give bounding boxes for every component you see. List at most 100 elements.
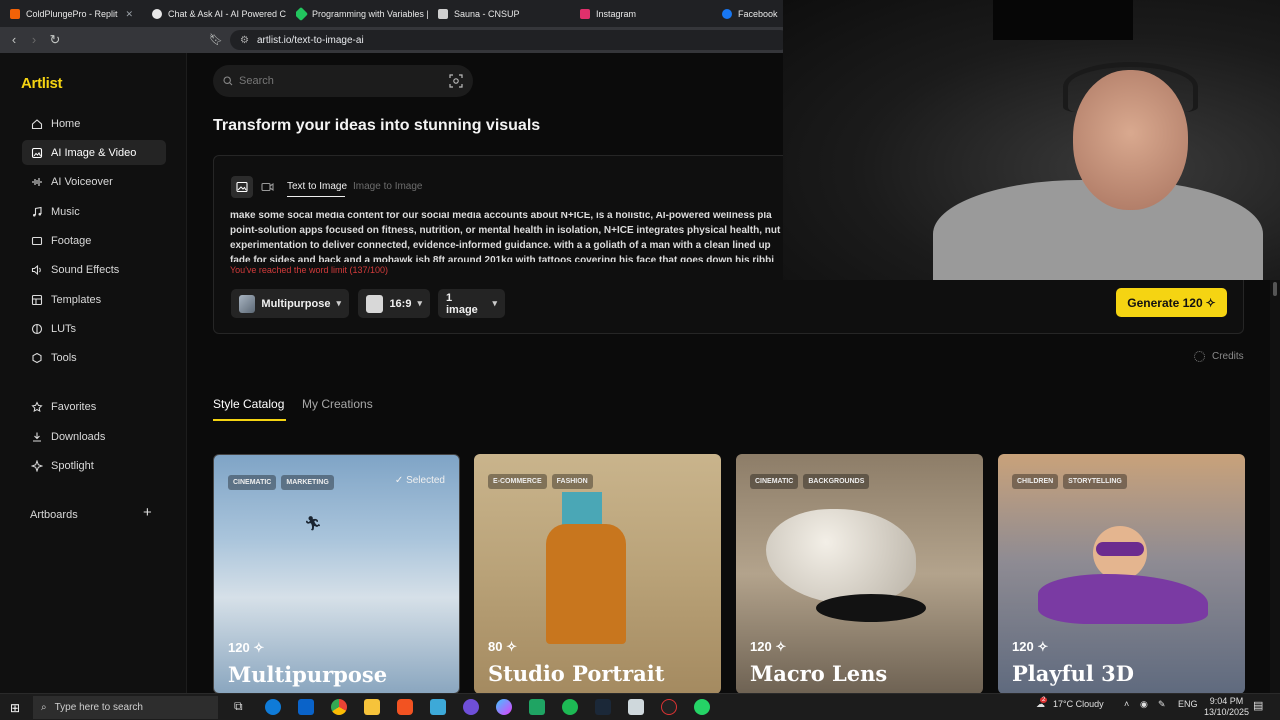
spotify-icon[interactable] (562, 699, 578, 715)
templates-icon (31, 294, 43, 305)
sidebar-item-tools[interactable]: Tools (22, 345, 166, 370)
reload-icon[interactable]: ↻ (47, 32, 63, 48)
course-icon (296, 6, 309, 22)
ant-illustration (816, 594, 926, 622)
tab-my-creations[interactable]: My Creations (302, 397, 373, 411)
style-card-studio-portrait[interactable]: E-COMMERCE FASHION 80 ✧ Studio Portrait (474, 454, 721, 693)
prompt-line: fade for sides and back and a mohawk ish… (230, 255, 774, 262)
windows-start-icon[interactable]: ⊞ (10, 701, 20, 715)
pen-icon[interactable]: ✎ (1158, 699, 1166, 710)
prompt-textarea[interactable]: make some socal media content for our so… (230, 212, 790, 262)
credits-indicator[interactable]: Credits (1194, 351, 1244, 362)
active-subtab-underline (287, 196, 345, 197)
url-field[interactable]: ⚙ artlist.io/text-to-image-ai (230, 30, 790, 50)
notifications-icon[interactable]: ▤ (1253, 699, 1263, 712)
app-icon[interactable] (463, 699, 479, 715)
image-count-select[interactable]: 1 image ▾ (438, 289, 505, 318)
chevron-down-icon: ▾ (417, 298, 422, 308)
sauna-icon (438, 9, 448, 19)
style-card-playful-3d[interactable]: CHILDREN STORYTELLING 120 ✧ Playful 3D (998, 454, 1245, 693)
app-icon[interactable] (661, 699, 677, 715)
artlist-logo[interactable]: Artlist (21, 75, 63, 92)
headphones-illustration (1063, 62, 1198, 112)
bookmark-icon[interactable]: 🔖︎ (208, 32, 224, 48)
add-artboard-icon[interactable]: + (143, 504, 152, 521)
task-view-icon[interactable]: ⧉ (234, 699, 243, 714)
sheets-icon[interactable] (529, 699, 545, 715)
generate-button[interactable]: Generate 120 ✧ (1116, 288, 1227, 317)
sidebar-item-luts[interactable]: LUTs (22, 316, 166, 341)
browser-tab[interactable]: Programming with Variables | I (296, 4, 430, 24)
browser-tab[interactable]: Chat & Ask AI - AI Powered Ch (152, 4, 286, 24)
close-icon[interactable]: ✕ (126, 9, 134, 20)
aspect-ratio-select[interactable]: 16:9 ▾ (358, 289, 430, 318)
style-select[interactable]: Multipurpose ▾ (231, 289, 349, 318)
sidebar-item-ai-voiceover[interactable]: AI Voiceover (22, 169, 166, 194)
file-explorer-icon[interactable] (364, 699, 380, 715)
tab-image-to-image[interactable]: Image to Image (353, 181, 422, 192)
browser-tab[interactable]: Facebook (722, 4, 782, 24)
language-indicator[interactable]: ENG (1178, 699, 1198, 709)
tray-chevron-icon[interactable]: ˄ (1124, 699, 1129, 709)
outlook-icon[interactable] (298, 699, 314, 715)
browser-tab[interactable]: ColdPlungePro - Replit ✕ (10, 4, 142, 24)
browser-tab[interactable]: Instagram (580, 4, 714, 24)
app-icon[interactable] (496, 699, 512, 715)
tab-text-to-image[interactable]: Text to Image (287, 181, 347, 192)
hero-mask-illustration (1096, 542, 1144, 556)
style-card-multipurpose[interactable]: CINEMATIC MARKETING ✓ Selected 🏃︎ 120 ✧ … (213, 454, 460, 693)
brave-icon[interactable] (397, 699, 413, 715)
sidebar-item-favorites[interactable]: Favorites (22, 394, 166, 419)
card-tags: CINEMATIC BACKGROUNDS (750, 474, 870, 489)
forward-icon[interactable]: › (26, 32, 42, 48)
music-icon (33, 206, 42, 216)
taskbar: ⊞ ⌕ Type here to search ⧉ 2 ☁ 17°C Cloud… (0, 693, 1280, 720)
taskbar-search-input[interactable]: ⌕ Type here to search (33, 696, 218, 719)
clock[interactable]: 9:04 PM 13/10/2025 (1204, 696, 1249, 718)
video-mode-button[interactable] (256, 176, 278, 198)
card-tags: CINEMATIC MARKETING (228, 475, 334, 490)
ai-image-icon (31, 147, 43, 158)
page-scrollbar[interactable] (1270, 280, 1280, 693)
visual-search-icon[interactable] (449, 74, 463, 88)
chrome-icon[interactable] (331, 699, 347, 715)
app-icon[interactable] (430, 699, 446, 715)
selected-badge: ✓ Selected (394, 475, 445, 486)
sidebar-item-footage[interactable]: Footage (22, 228, 166, 253)
weather-icon[interactable]: ☁ (1036, 699, 1045, 710)
card-title: Playful 3D (1012, 661, 1134, 686)
card-price: 80 ✧ (488, 639, 517, 654)
style-card-macro-lens[interactable]: CINEMATIC BACKGROUNDS 120 ✧ Macro Lens (736, 454, 983, 693)
browser-tab[interactable]: Sauna - CNSUP (438, 4, 572, 24)
search-input[interactable]: Search (213, 65, 473, 97)
sparkle-icon: ✧ (775, 639, 787, 654)
rock-illustration (766, 509, 916, 604)
card-title: Studio Portrait (488, 661, 665, 686)
sidebar-item-ai-image-video[interactable]: AI Image & Video (22, 140, 166, 165)
weather-text[interactable]: 17°C Cloudy (1053, 699, 1104, 709)
sparkle-icon: ✧ (253, 640, 265, 655)
sidebar-item-templates[interactable]: Templates (22, 287, 166, 312)
sidebar-item-music[interactable]: Music (22, 199, 166, 224)
replit-icon (10, 9, 20, 19)
webcam-window-shape (993, 0, 1133, 40)
app-icon[interactable] (628, 699, 644, 715)
image-icon (236, 181, 248, 193)
sidebar-item-home[interactable]: Home (22, 111, 166, 136)
steam-icon[interactable] (595, 699, 611, 715)
tag: CINEMATIC (750, 474, 799, 489)
scrollbar-thumb[interactable] (1273, 282, 1277, 296)
tab-style-catalog[interactable]: Style Catalog (213, 397, 284, 411)
tools-icon (32, 352, 42, 363)
active-tab-underline (213, 419, 286, 421)
edge-icon[interactable] (265, 699, 281, 715)
image-mode-button[interactable] (231, 176, 253, 198)
network-icon[interactable]: ◉ (1140, 699, 1148, 710)
sidebar-item-spotlight[interactable]: Spotlight (22, 453, 166, 478)
sidebar-item-downloads[interactable]: Downloads (22, 424, 166, 449)
site-info-icon[interactable]: ⚙ (240, 35, 249, 46)
style-thumbnail (239, 294, 256, 313)
back-icon[interactable]: ‹ (6, 32, 22, 48)
whatsapp-icon[interactable] (694, 699, 710, 715)
sidebar-item-sound-effects[interactable]: Sound Effects (22, 257, 166, 282)
